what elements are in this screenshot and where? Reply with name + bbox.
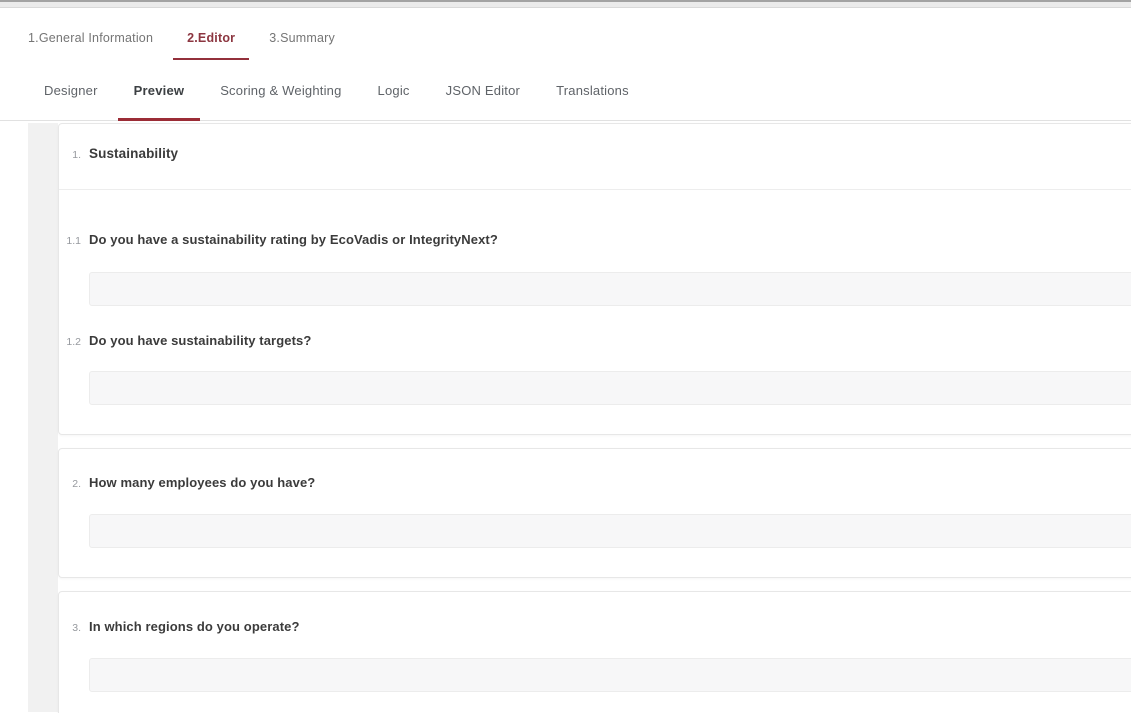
question-label: Do you have a sustainability rating by E… xyxy=(89,232,498,247)
question-label: In which regions do you operate? xyxy=(89,619,300,634)
question-row: 1.2 Do you have sustainability targets? xyxy=(59,333,1131,348)
tab-scoring-weighting[interactable]: Scoring & Weighting xyxy=(204,60,357,120)
wizard-stepper: 1.General Information 2.Editor 3.Summary xyxy=(0,8,1131,60)
group-divider xyxy=(59,189,1131,190)
tab-json-editor[interactable]: JSON Editor xyxy=(430,60,536,120)
question-number: 2. xyxy=(59,478,81,490)
question-number: 1.2 xyxy=(59,336,81,348)
tab-preview[interactable]: Preview xyxy=(118,60,201,120)
tab-designer[interactable]: Designer xyxy=(28,60,114,120)
question-card-regions: 3. In which regions do you operate? xyxy=(58,591,1131,713)
left-gutter-strip xyxy=(28,123,58,712)
question-row: 2. How many employees do you have? xyxy=(59,449,1131,490)
question-cards-column: 1. Sustainability 1.1 Do you have a sust… xyxy=(58,123,1131,713)
group-number: 1. xyxy=(59,149,81,161)
answer-input-rating[interactable] xyxy=(89,272,1131,306)
tab-logic[interactable]: Logic xyxy=(362,60,426,120)
top-residual-bar xyxy=(0,0,1131,8)
stepper-item-general-information[interactable]: 1.General Information xyxy=(14,31,167,60)
question-label: How many employees do you have? xyxy=(89,475,315,490)
answer-input-employees[interactable] xyxy=(89,514,1131,548)
question-row: 1.1 Do you have a sustainability rating … xyxy=(59,232,1131,247)
question-number: 3. xyxy=(59,622,81,634)
tab-translations[interactable]: Translations xyxy=(540,60,645,120)
preview-content: 1. Sustainability 1.1 Do you have a sust… xyxy=(0,121,1131,712)
stepper-item-editor[interactable]: 2.Editor xyxy=(173,31,249,60)
question-row: 3. In which regions do you operate? xyxy=(59,592,1131,634)
editor-tab-bar: Designer Preview Scoring & Weighting Log… xyxy=(0,60,1131,121)
group-header: 1. Sustainability xyxy=(59,124,1131,189)
question-label: Do you have sustainability targets? xyxy=(89,333,311,348)
question-number: 1.1 xyxy=(59,235,81,247)
group-title: Sustainability xyxy=(89,146,178,161)
stepper-item-summary[interactable]: 3.Summary xyxy=(255,31,349,60)
question-card-employees: 2. How many employees do you have? xyxy=(58,448,1131,578)
answer-input-regions[interactable] xyxy=(89,658,1131,692)
question-group-card-sustainability: 1. Sustainability 1.1 Do you have a sust… xyxy=(58,123,1131,435)
answer-input-targets[interactable] xyxy=(89,371,1131,405)
